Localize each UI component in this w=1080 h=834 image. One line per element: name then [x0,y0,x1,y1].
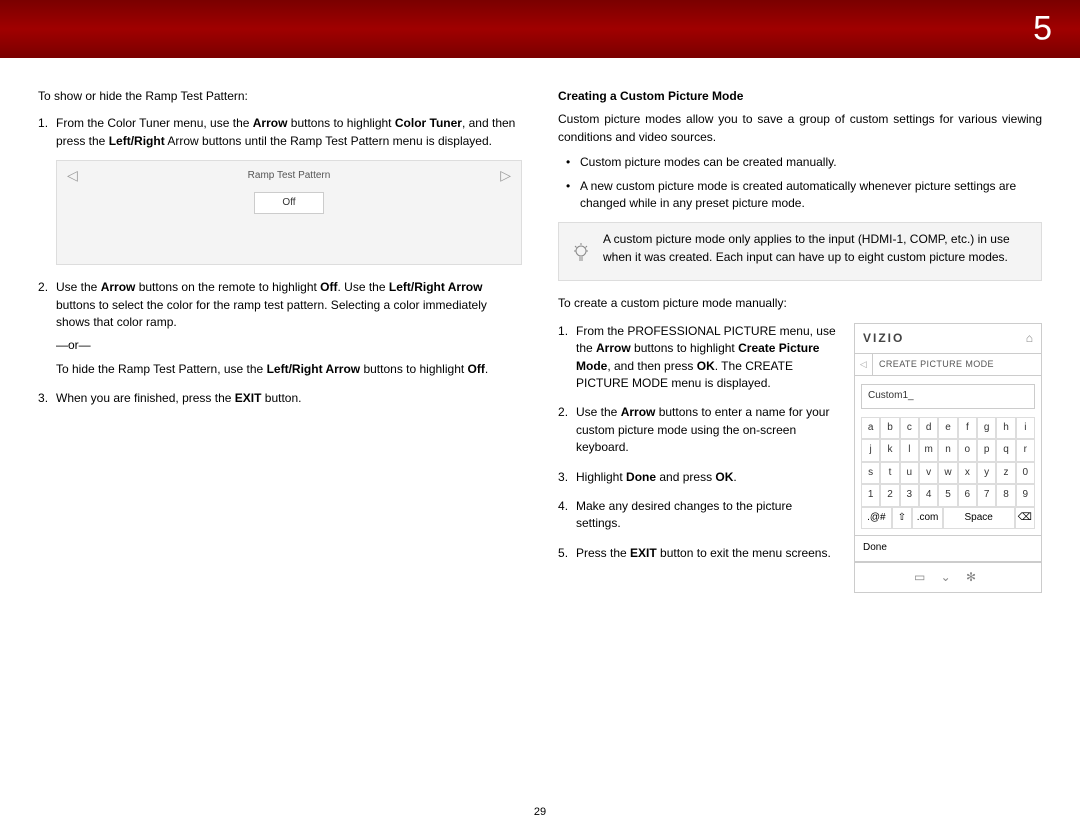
key-2[interactable]: 2 [880,484,899,507]
key-e[interactable]: e [938,417,957,440]
key-backspace[interactable]: ⌫ [1015,507,1035,530]
key-j[interactable]: j [861,439,880,462]
left-arrow-icon: ◁ [67,165,78,185]
section-intro: Custom picture modes allow you to save a… [558,111,1042,146]
section-heading: Creating a Custom Picture Mode [558,88,1042,105]
keyboard-row-5: .@# ⇧ .com Space ⌫ [861,507,1035,530]
left-intro: To show or hide the Ramp Test Pattern: [38,88,522,105]
bullet-1: Custom picture modes can be created manu… [580,154,1042,171]
key-g[interactable]: g [977,417,996,440]
right-step-1: From the PROFESSIONAL PICTURE menu, use … [576,323,840,393]
done-button[interactable]: Done [855,535,1041,562]
off-indicator: Off [254,192,324,215]
key-q[interactable]: q [996,439,1015,462]
key-o[interactable]: o [958,439,977,462]
menu-title: CREATE PICTURE MODE [873,354,1000,375]
bullet-2: A new custom picture mode is created aut… [580,178,1042,213]
ramp-title-text: Ramp Test Pattern [248,170,331,181]
key-s[interactable]: s [861,462,880,485]
key-n[interactable]: n [938,439,957,462]
right-arrow-icon: ▷ [500,165,511,185]
key-shift[interactable]: ⇧ [892,507,912,530]
key-6[interactable]: 6 [958,484,977,507]
or-separator: —or— [56,337,522,354]
key-b[interactable]: b [880,417,899,440]
key-space[interactable]: Space [943,507,1015,530]
keyboard-row-4: 1 2 3 4 5 6 7 8 9 [861,484,1035,507]
key-dotcom[interactable]: .com [912,507,943,530]
key-3[interactable]: 3 [900,484,919,507]
right-step-3: Highlight Done and press OK. [576,469,840,486]
key-v[interactable]: v [919,462,938,485]
lightbulb-icon [569,231,593,272]
vizio-logo: VIZIO [863,330,904,347]
key-r[interactable]: r [1016,439,1035,462]
key-c[interactable]: c [900,417,919,440]
keyboard-row-3: s t u v w x y z 0 [861,462,1035,485]
chapter-header: 5 [0,0,1080,58]
key-7[interactable]: 7 [977,484,996,507]
right-column: Creating a Custom Picture Mode Custom pi… [558,88,1042,593]
key-0[interactable]: 0 [1016,462,1035,485]
key-4[interactable]: 4 [919,484,938,507]
ramp-test-panel: ◁ Ramp Test Pattern ▷ Off [56,160,522,265]
key-1[interactable]: 1 [861,484,880,507]
page-content: To show or hide the Ramp Test Pattern: F… [0,58,1080,593]
key-t[interactable]: t [880,462,899,485]
create-intro: To create a custom picture mode manually… [558,295,1042,312]
right-step-4: Make any desired changes to the picture … [576,498,840,533]
key-m[interactable]: m [919,439,938,462]
key-i[interactable]: i [1016,417,1035,440]
key-x[interactable]: x [958,462,977,485]
key-8[interactable]: 8 [996,484,1015,507]
key-y[interactable]: y [977,462,996,485]
tv-menu-panel: VIZIO ⌂ ◁ CREATE PICTURE MODE Custom1_ a… [854,323,1042,593]
right-step-5: Press the EXIT button to exit the menu s… [576,545,840,562]
key-f[interactable]: f [958,417,977,440]
key-9[interactable]: 9 [1016,484,1035,507]
key-l[interactable]: l [900,439,919,462]
name-input[interactable]: Custom1_ [861,384,1035,409]
key-a[interactable]: a [861,417,880,440]
left-column: To show or hide the Ramp Test Pattern: F… [38,88,522,593]
hint-callout: A custom picture mode only applies to th… [558,222,1042,281]
left-step-2: Use the Arrow buttons on the remote to h… [56,279,522,378]
left-step-1: From the Color Tuner menu, use the Arrow… [56,115,522,265]
key-z[interactable]: z [996,462,1015,485]
key-d[interactable]: d [919,417,938,440]
hint-text: A custom picture mode only applies to th… [603,231,1031,266]
key-w[interactable]: w [938,462,957,485]
keyboard-row-2: j k l m n o p q r [861,439,1035,462]
key-symbols[interactable]: .@# [861,507,892,530]
key-h[interactable]: h [996,417,1015,440]
right-step-2: Use the Arrow buttons to enter a name fo… [576,404,840,456]
left-step-3: When you are finished, press the EXIT bu… [56,390,522,407]
keyboard-row-1: a b c d e f g h i [861,417,1035,440]
key-k[interactable]: k [880,439,899,462]
page-number: 29 [534,806,546,818]
tv-footer-icons: ▭ ⌄ ✻ [855,562,1041,592]
home-icon[interactable]: ⌂ [1026,330,1033,347]
back-arrow-icon[interactable]: ◁ [855,354,873,375]
key-5[interactable]: 5 [938,484,957,507]
key-u[interactable]: u [900,462,919,485]
hide-instruction: To hide the Ramp Test Pattern, use the L… [56,361,522,378]
key-p[interactable]: p [977,439,996,462]
chapter-number: 5 [1033,10,1052,49]
